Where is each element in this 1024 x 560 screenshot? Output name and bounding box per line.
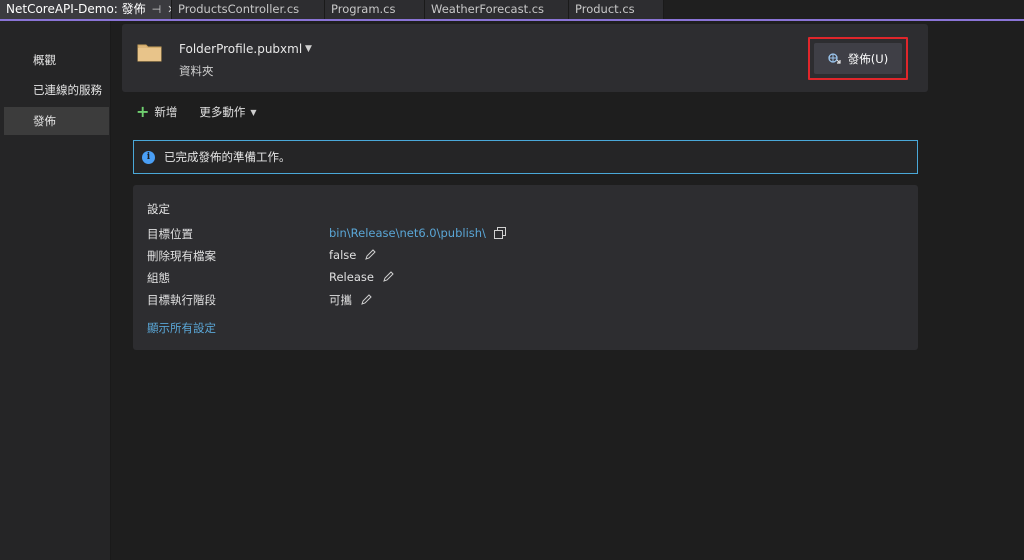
copy-icon[interactable] <box>493 227 506 239</box>
tab-publish[interactable]: NetCoreAPI-Demo: 發佈 ⊣ ✕ <box>0 0 172 19</box>
tab-label: ProductsController.cs <box>178 2 300 16</box>
setting-key: 組態 <box>147 271 170 285</box>
setting-value: Release <box>329 270 394 284</box>
nav-item-publish[interactable]: 發佈 <box>4 107 109 135</box>
setting-key: 目標位置 <box>147 227 193 241</box>
edit-icon[interactable] <box>382 271 394 283</box>
settings-row-target-runtime: 目標執行階段 可攜 <box>147 292 907 310</box>
publish-button-highlight: 發佈(U) <box>808 37 908 80</box>
info-text: 已完成發佈的準備工作。 <box>164 150 291 164</box>
setting-value: false <box>329 248 377 262</box>
setting-value-text: false <box>329 248 357 262</box>
pin-icon[interactable]: ⊣ <box>152 0 162 19</box>
profile-type: 資料夾 <box>179 64 214 78</box>
setting-value-text: Release <box>329 270 374 284</box>
tab-weatherforecast[interactable]: WeatherForecast.cs <box>425 0 569 19</box>
tab-productscontroller[interactable]: ProductsController.cs <box>172 0 325 19</box>
edit-icon[interactable] <box>360 294 372 306</box>
nav-item-overview[interactable]: 概觀 <box>4 46 109 74</box>
setting-value: 可攜 <box>329 292 372 308</box>
setting-value-text: 可攜 <box>329 293 352 307</box>
settings-row-target-location: 目標位置 bin\Release\net6.0\publish\ <box>147 226 907 244</box>
info-icon: i <box>142 150 155 164</box>
folder-icon <box>137 44 162 62</box>
settings-title: 設定 <box>147 202 170 216</box>
document-tab-bar: NetCoreAPI-Demo: 發佈 ⊣ ✕ ProductsControll… <box>0 0 1024 21</box>
info-bar: i 已完成發佈的準備工作。 <box>133 140 918 174</box>
settings-row-delete-existing: 刪除現有檔案 false <box>147 248 907 266</box>
publish-button[interactable]: 發佈(U) <box>814 43 902 74</box>
tab-program[interactable]: Program.cs <box>325 0 425 19</box>
tab-label: Product.cs <box>575 2 635 16</box>
setting-key: 刪除現有檔案 <box>147 249 216 263</box>
more-actions-button[interactable]: 更多動作 ▼ <box>199 104 256 120</box>
tab-product[interactable]: Product.cs <box>569 0 664 19</box>
action-row: + 新增 更多動作 ▼ <box>136 103 257 121</box>
show-all-settings-link[interactable]: 顯示所有設定 <box>147 320 216 336</box>
more-actions-label: 更多動作 <box>199 105 246 119</box>
plus-icon: + <box>136 102 150 121</box>
edit-icon[interactable] <box>364 249 377 261</box>
chevron-down-icon[interactable]: ▼ <box>305 44 312 54</box>
tab-label: NetCoreAPI-Demo: 發佈 <box>6 2 146 16</box>
settings-row-configuration: 組態 Release <box>147 270 907 288</box>
publish-globe-icon <box>828 52 841 64</box>
new-profile-button[interactable]: + 新增 <box>136 104 177 120</box>
profile-header: FolderProfile.pubxml ▼ 資料夾 發佈(U) <box>122 24 928 92</box>
setting-value: bin\Release\net6.0\publish\ <box>329 226 506 240</box>
settings-card: 設定 目標位置 bin\Release\net6.0\publish\ 刪除現有… <box>133 185 918 350</box>
publish-button-label: 發佈(U) <box>847 51 889 66</box>
new-label: 新增 <box>154 105 178 119</box>
publish-side-nav: 概觀 已連線的服務 發佈 <box>0 21 111 560</box>
tab-label: Program.cs <box>331 2 396 16</box>
profile-name[interactable]: FolderProfile.pubxml <box>179 42 302 56</box>
chevron-down-icon: ▼ <box>250 107 257 117</box>
target-location-link[interactable]: bin\Release\net6.0\publish\ <box>329 226 486 240</box>
tab-label: WeatherForecast.cs <box>431 2 545 16</box>
nav-item-connected-services[interactable]: 已連線的服務 <box>4 76 109 104</box>
publish-main-panel: FolderProfile.pubxml ▼ 資料夾 發佈(U) + 新增 更多… <box>111 21 1024 560</box>
setting-key: 目標執行階段 <box>147 293 216 307</box>
